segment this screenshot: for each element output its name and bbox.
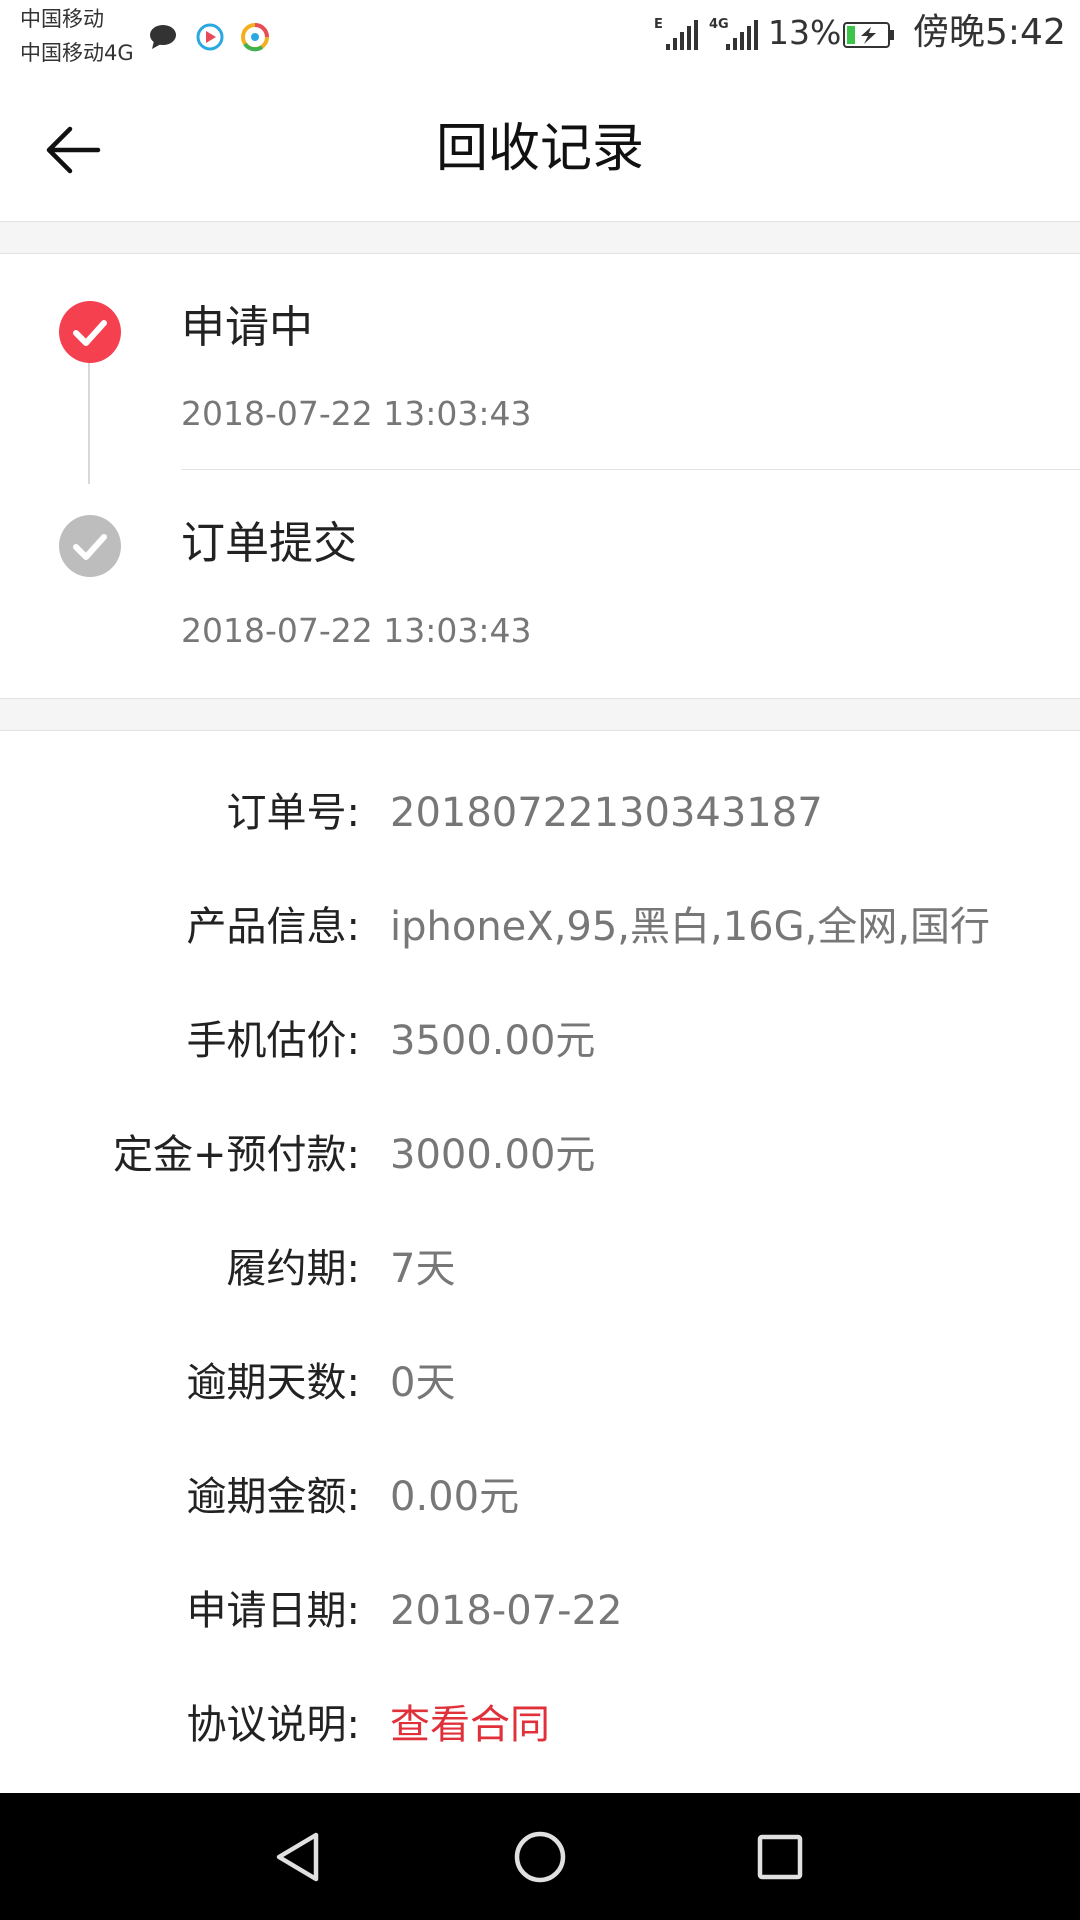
title-bar: 回收记录 bbox=[0, 75, 1080, 222]
status-timeline: 申请中 2018-07-22 13:03:43 订单提交 2018-07-22 … bbox=[0, 254, 1080, 698]
detail-value: 20180722130343187 bbox=[390, 790, 823, 836]
nav-back-button[interactable] bbox=[262, 1821, 334, 1893]
system-navigation-bar bbox=[0, 1793, 1080, 1920]
carrier-name-secondary: 中国移动4G bbox=[20, 41, 134, 65]
battery-percentage: 13% bbox=[768, 13, 842, 52]
square-recents-icon bbox=[757, 1834, 803, 1880]
nav-recents-button[interactable] bbox=[744, 1821, 816, 1893]
detail-row-agreement: 协议说明: 查看合同 bbox=[0, 1695, 1080, 1755]
timeline-step-time: 2018-07-22 13:03:43 bbox=[181, 394, 532, 433]
section-divider bbox=[0, 698, 1080, 731]
detail-value: 2018-07-22 bbox=[390, 1588, 623, 1634]
carrier-name-primary: 中国移动 bbox=[20, 7, 104, 31]
timeline-divider bbox=[181, 469, 1080, 470]
status-bar: 中国移动 中国移动4G E 4G 13% 傍晚5:42 bbox=[0, 0, 1080, 75]
browser-app-icon bbox=[241, 23, 269, 52]
detail-value: iphoneX,95,黑白,16G,全网,国行 bbox=[390, 904, 991, 950]
detail-row-product-info: 产品信息: iphoneX,95,黑白,16G,全网,国行 bbox=[0, 897, 1080, 957]
view-contract-link[interactable]: 查看合同 bbox=[390, 1695, 550, 1755]
detail-value: 0.00元 bbox=[390, 1474, 520, 1520]
nav-home-button[interactable] bbox=[504, 1821, 576, 1893]
detail-value: 0天 bbox=[390, 1360, 456, 1406]
detail-label: 订单号: bbox=[226, 790, 360, 836]
detail-row-order-number: 订单号: 20180722130343187 bbox=[0, 783, 1080, 843]
detail-label: 申请日期: bbox=[186, 1588, 360, 1634]
signal-strength-4g-icon bbox=[726, 20, 758, 50]
detail-value: 7天 bbox=[390, 1246, 456, 1292]
detail-value: 3000.00元 bbox=[390, 1132, 596, 1178]
detail-label: 产品信息: bbox=[186, 904, 360, 950]
section-divider bbox=[0, 222, 1080, 254]
circle-home-icon bbox=[514, 1831, 566, 1883]
detail-label: 履约期: bbox=[226, 1246, 360, 1292]
clock: 傍晚5:42 bbox=[913, 12, 1066, 53]
timeline-step-time: 2018-07-22 13:03:43 bbox=[181, 611, 532, 650]
check-circle-done-icon bbox=[59, 515, 121, 577]
signal-strength-icon bbox=[666, 20, 698, 50]
timeline-step-title: 申请中 bbox=[181, 302, 313, 353]
detail-row-deposit: 定金+预付款: 3000.00元 bbox=[0, 1125, 1080, 1185]
detail-row-overdue-days: 逾期天数: 0天 bbox=[0, 1353, 1080, 1413]
check-circle-active-icon bbox=[59, 301, 121, 363]
detail-label: 逾期金额: bbox=[186, 1474, 360, 1520]
timeline-step-title: 订单提交 bbox=[181, 518, 357, 569]
detail-label: 定金+预付款: bbox=[113, 1132, 360, 1178]
detail-value: 3500.00元 bbox=[390, 1018, 596, 1064]
detail-label: 手机估价: bbox=[186, 1018, 360, 1064]
detail-row-estimate: 手机估价: 3500.00元 bbox=[0, 1011, 1080, 1071]
network-type-label-1: E bbox=[654, 17, 663, 32]
detail-row-apply-date: 申请日期: 2018-07-22 bbox=[0, 1581, 1080, 1641]
triangle-back-icon bbox=[276, 1832, 319, 1882]
message-icon bbox=[150, 25, 176, 49]
order-details: 订单号: 20180722130343187 产品信息: iphoneX,95,… bbox=[0, 731, 1080, 1793]
detail-label: 协议说明: bbox=[186, 1702, 360, 1748]
page-title: 回收记录 bbox=[435, 119, 644, 179]
video-app-icon bbox=[196, 23, 224, 51]
battery-charging-icon bbox=[843, 22, 894, 48]
detail-label: 逾期天数: bbox=[186, 1360, 360, 1406]
detail-row-term: 履约期: 7天 bbox=[0, 1239, 1080, 1299]
detail-row-overdue-amount: 逾期金额: 0.00元 bbox=[0, 1467, 1080, 1527]
